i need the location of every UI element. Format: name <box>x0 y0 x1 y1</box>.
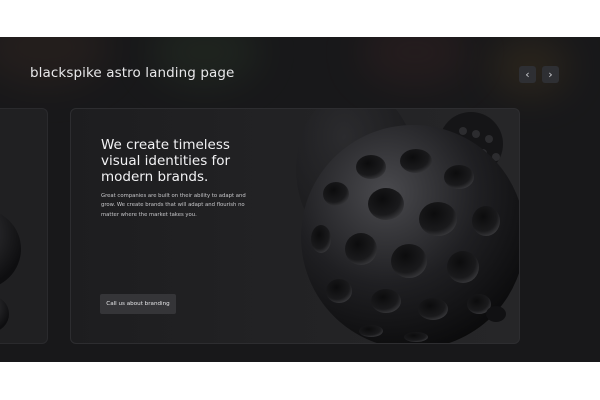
next-slide-button[interactable]: › <box>542 66 559 83</box>
slide-card: We create timeless visual identities for… <box>70 108 520 344</box>
hero-section: blackspike astro landing page ‹ › We cre… <box>0 37 600 362</box>
previous-slide-button[interactable]: ‹ <box>519 66 536 83</box>
page-title: blackspike astro landing page <box>30 65 235 81</box>
dark-sphere-illustration <box>0 213 21 330</box>
chevron-left-icon: ‹ <box>525 68 530 81</box>
background-glow <box>360 37 470 87</box>
call-branding-button[interactable]: Call us about branding <box>100 294 176 314</box>
previous-slide-card[interactable] <box>0 108 48 344</box>
chevron-right-icon: › <box>548 68 553 81</box>
hero-headline: We create timeless visual identities for… <box>101 137 231 185</box>
hero-description: Great companies are built on their abili… <box>101 193 246 218</box>
